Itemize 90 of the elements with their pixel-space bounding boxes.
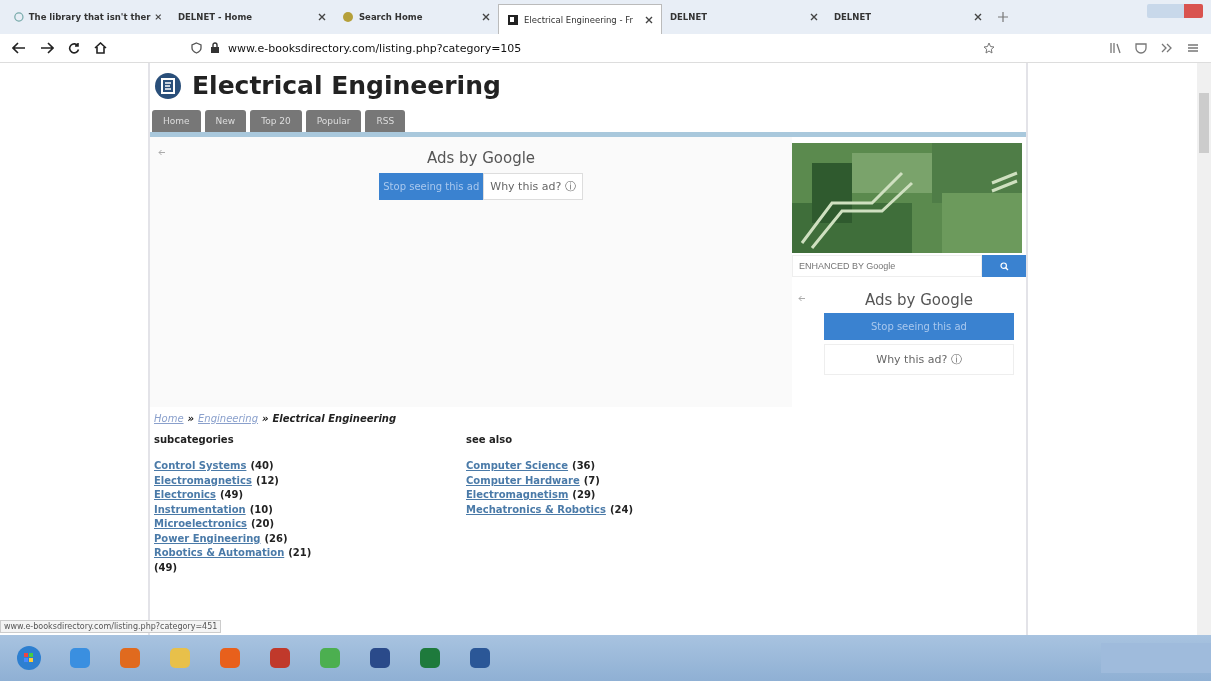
new-tab-icon[interactable]: [998, 12, 1008, 22]
close-icon[interactable]: [155, 13, 162, 21]
stop-seeing-ad-button[interactable]: Stop seeing this ad: [824, 313, 1014, 340]
category-link[interactable]: Electromagnetism: [466, 488, 569, 503]
star-icon[interactable]: [983, 42, 995, 54]
breadcrumb-link[interactable]: Engineering: [198, 413, 259, 424]
browser-tab[interactable]: DELNET - Home: [170, 4, 334, 30]
taskbar-app-icon[interactable]: [468, 646, 492, 670]
why-this-ad-button[interactable]: Why this ad? ⓘ: [824, 344, 1014, 375]
address-bar[interactable]: www.e-booksdirectory.com/listing.php?category=105: [191, 37, 995, 59]
menu-tab[interactable]: Popular: [305, 110, 362, 132]
browser-tab[interactable]: The library that isn't ther: [6, 4, 170, 30]
reload-icon[interactable]: [68, 42, 80, 54]
window-controls[interactable]: [1147, 4, 1203, 18]
site-logo-icon: [154, 71, 182, 100]
tab-title: DELNET - Home: [178, 12, 254, 22]
home-icon[interactable]: [94, 42, 107, 54]
category-link[interactable]: Electronics: [154, 488, 216, 503]
breadcrumb-separator: »: [262, 413, 269, 424]
section-heading: see also: [466, 434, 513, 445]
start-button[interactable]: [16, 645, 42, 671]
search-icon: [999, 261, 1009, 271]
scrollbar[interactable]: [1197, 63, 1211, 635]
ads-heading: Ads by Google: [426, 149, 536, 167]
category-link[interactable]: Mechatronics & Robotics: [466, 502, 606, 517]
tab-title: Search Home: [359, 12, 424, 22]
menu-tab[interactable]: Home: [152, 110, 201, 132]
category-count: (7): [583, 473, 600, 488]
category-count: (20): [251, 517, 275, 531]
category-link[interactable]: Robotics & Automation: [154, 546, 285, 561]
browser-tab[interactable]: DELNET: [826, 4, 990, 30]
category-count: (26): [264, 531, 288, 546]
back-icon[interactable]: [12, 42, 26, 54]
category-count: (49): [220, 488, 244, 502]
status-url: www.e-booksdirectory.com/listing.php?category=451: [0, 620, 222, 633]
breadcrumb-current: Electrical Engineering: [272, 413, 397, 424]
close-icon[interactable]: [810, 13, 818, 21]
why-this-ad-button[interactable]: Why this ad? ⓘ: [483, 173, 583, 200]
category-count: (12): [255, 473, 279, 488]
category-link[interactable]: Computer Hardware: [466, 473, 580, 488]
taskbar-app-icon[interactable]: [418, 646, 442, 670]
category-link[interactable]: Microelectronics: [154, 517, 248, 532]
browser-tab[interactable]: Search Home: [334, 4, 498, 30]
overflow-icon[interactable]: [1161, 42, 1173, 54]
book-icon: [507, 13, 519, 26]
back-arrow-icon[interactable]: [798, 295, 806, 302]
page-title: Electrical Engineering: [192, 71, 501, 100]
close-icon[interactable]: [482, 13, 490, 21]
forward-icon[interactable]: [40, 42, 54, 54]
tab-title: The library that isn't ther: [28, 12, 151, 22]
category-count: (29): [572, 488, 596, 502]
category-link[interactable]: Electromagnetics: [154, 473, 252, 488]
breadcrumb-separator: »: [187, 413, 195, 424]
menu-icon[interactable]: [1187, 42, 1199, 54]
breadcrumb-link[interactable]: Home: [154, 413, 184, 424]
category-link[interactable]: Instrumentation: [154, 502, 246, 517]
taskbar-app-icon[interactable]: [368, 646, 392, 670]
browser-tab[interactable]: Electrical Engineering - Fr: [498, 4, 662, 34]
search-button[interactable]: [982, 255, 1026, 277]
menu-tab[interactable]: New: [204, 110, 247, 132]
pocket-icon[interactable]: [1135, 42, 1147, 54]
url-text: www.e-booksdirectory.com/listing.php?category=105: [228, 41, 523, 55]
category-count: (49): [154, 560, 178, 575]
tab-title: DELNET: [834, 12, 872, 22]
stop-seeing-ad-button[interactable]: Stop seeing this ad: [379, 173, 484, 200]
category-count: (40): [250, 459, 274, 473]
category-link[interactable]: Power Engineering: [154, 531, 261, 546]
category-link[interactable]: Computer Science: [466, 459, 569, 474]
lock-icon: [210, 42, 220, 54]
menu-tab[interactable]: RSS: [365, 110, 406, 132]
search-field[interactable]: ENHANCED BY Google: [792, 255, 982, 277]
tab-title: DELNET: [670, 12, 708, 22]
category-count: (24): [609, 502, 633, 517]
globe-icon: [14, 11, 24, 23]
back-arrow-icon[interactable]: [158, 149, 166, 156]
category-count: (36): [572, 459, 596, 473]
category-count: (10): [249, 502, 273, 517]
menu-tab[interactable]: Top 20: [250, 110, 302, 132]
close-icon[interactable]: [318, 13, 326, 21]
close-icon[interactable]: [645, 15, 653, 24]
taskbar-app-icon[interactable]: [268, 646, 292, 670]
browser-tab[interactable]: DELNET: [662, 4, 826, 30]
library-icon[interactable]: [1109, 42, 1121, 54]
close-icon[interactable]: [974, 13, 982, 21]
ads-heading: Ads by Google: [864, 291, 974, 309]
category-link[interactable]: Control Systems: [154, 459, 247, 474]
shield-icon: [191, 42, 202, 54]
category-count: (21): [288, 546, 312, 560]
section-heading: subcategories: [154, 434, 235, 445]
tab-title: Electrical Engineering - Fr: [524, 14, 634, 25]
